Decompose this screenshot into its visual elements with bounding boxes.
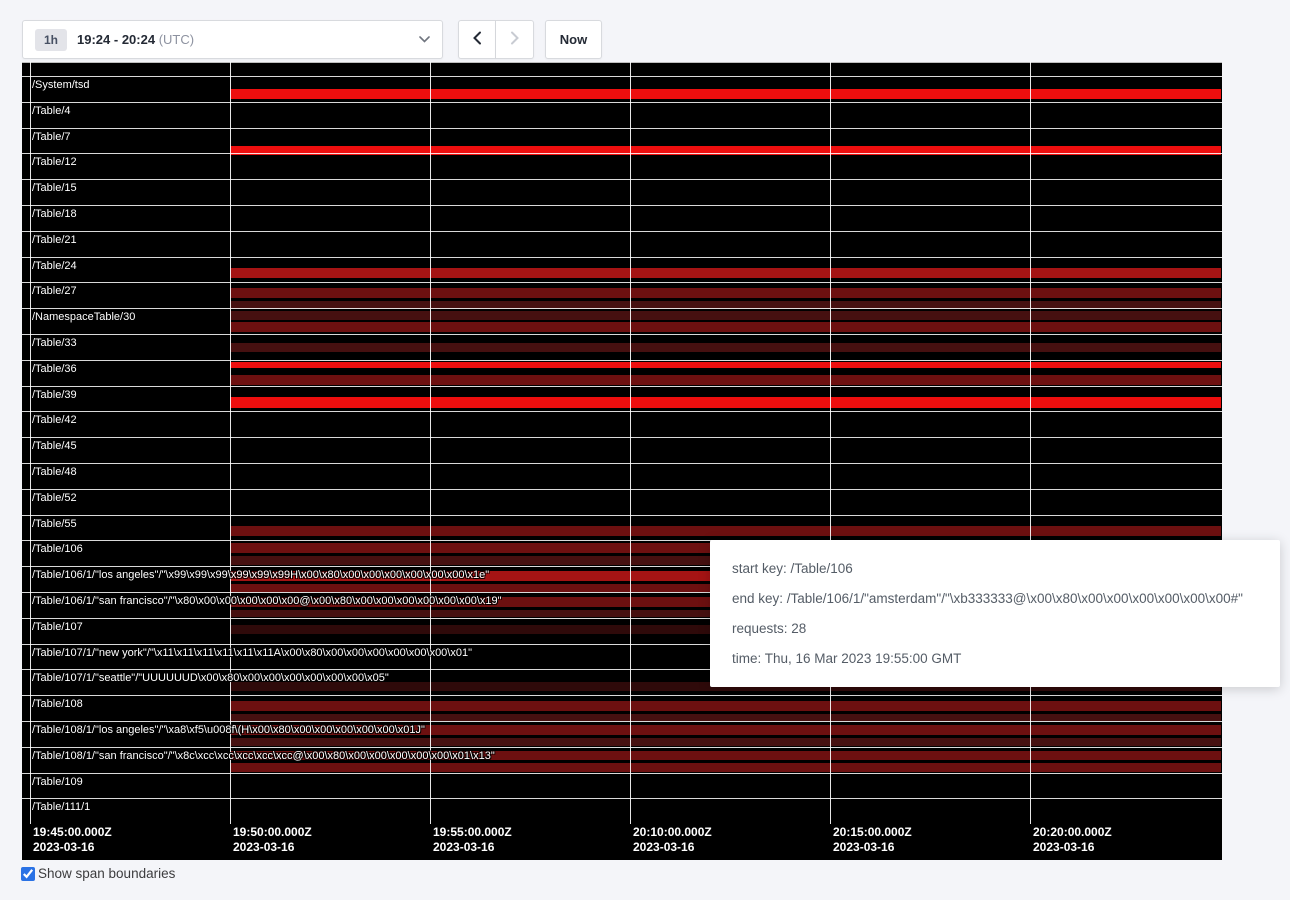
- show-span-boundaries-checkbox[interactable]: [21, 867, 35, 881]
- time-tick: 20:10:00.000Z2023-03-16: [633, 825, 712, 855]
- chevron-down-icon: [419, 36, 430, 43]
- span-key-label: /Table/111/1: [32, 801, 90, 813]
- span-key-label: /Table/45: [32, 440, 77, 452]
- gridline: [430, 62, 431, 824]
- tooltip-end-key: end key: /Table/106/1/"amsterdam"/"\xb33…: [732, 591, 1258, 606]
- span-key-label: /Table/18: [32, 208, 77, 220]
- span-key-label: /Table/109: [32, 776, 83, 788]
- gridline: [230, 62, 231, 824]
- time-range-select[interactable]: 1h 19:24 - 20:24 (UTC): [22, 20, 443, 59]
- time-range-timezone: (UTC): [159, 32, 194, 47]
- tick-date: 2023-03-16: [233, 840, 312, 855]
- span-key-label: /Table/12: [32, 156, 77, 168]
- time-tick: 19:50:00.000Z2023-03-16: [233, 825, 312, 855]
- chevron-right-icon: [510, 31, 520, 48]
- next-time-button[interactable]: [496, 20, 534, 59]
- toolbar: 1h 19:24 - 20:24 (UTC) Now: [22, 20, 602, 59]
- tick-date: 2023-03-16: [433, 840, 512, 855]
- span-key-label: /Table/39: [32, 389, 77, 401]
- tick-time: 19:45:00.000Z: [33, 825, 112, 840]
- span-key-label: /Table/48: [32, 466, 77, 478]
- hover-tooltip: start key: /Table/106 end key: /Table/10…: [710, 540, 1280, 687]
- span-key-label: /Table/106/1/"san francisco"/"\x80\x00\x…: [32, 595, 502, 607]
- span-key-label: /Table/7: [32, 131, 71, 143]
- tick-date: 2023-03-16: [833, 840, 912, 855]
- prev-time-button[interactable]: [458, 20, 496, 59]
- span-key-label: /Table/24: [32, 260, 77, 272]
- span-key-label: /Table/15: [32, 182, 77, 194]
- span-key-label: /Table/42: [32, 414, 77, 426]
- span-key-label: /Table/108: [32, 698, 83, 710]
- time-axis: 19:45:00.000Z2023-03-1619:50:00.000Z2023…: [22, 62, 1222, 860]
- span-key-label: /System/tsd: [32, 79, 89, 91]
- span-key-label: /Table/55: [32, 518, 77, 530]
- span-key-label: /Table/106: [32, 543, 83, 555]
- span-key-label: /Table/108/1/"los angeles"/"\xa8\xf5\u00…: [32, 724, 425, 736]
- tick-time: 20:20:00.000Z: [1033, 825, 1112, 840]
- time-range-badge: 1h: [35, 29, 67, 51]
- footer: Show span boundaries: [21, 866, 175, 881]
- span-key-label: /NamespaceTable/30: [32, 311, 135, 323]
- key-visualizer-canvas[interactable]: /System/tsd/Table/4/Table/7/Table/12/Tab…: [22, 62, 1222, 860]
- span-key-label: /Table/4: [32, 105, 71, 117]
- tick-time: 19:50:00.000Z: [233, 825, 312, 840]
- show-span-boundaries-label[interactable]: Show span boundaries: [38, 866, 175, 881]
- tick-date: 2023-03-16: [1033, 840, 1112, 855]
- tick-time: 20:10:00.000Z: [633, 825, 712, 840]
- chevron-left-icon: [472, 31, 482, 48]
- span-key-label: /Table/106/1/"los angeles"/"\x99\x99\x99…: [32, 569, 489, 581]
- time-range-value: 19:24 - 20:24 (UTC): [77, 32, 194, 47]
- gridline: [1030, 62, 1031, 824]
- time-tick: 20:20:00.000Z2023-03-16: [1033, 825, 1112, 855]
- span-key-label: /Table/36: [32, 363, 77, 375]
- tick-date: 2023-03-16: [33, 840, 112, 855]
- span-key-label: /Table/52: [32, 492, 77, 504]
- tick-date: 2023-03-16: [633, 840, 712, 855]
- span-key-label: /Table/107: [32, 621, 83, 633]
- gridline: [30, 62, 31, 824]
- span-key-label: /Table/107/1/"new york"/"\x11\x11\x11\x1…: [32, 647, 472, 659]
- gridline: [830, 62, 831, 824]
- tooltip-requests: requests: 28: [732, 621, 1258, 636]
- time-tick: 19:55:00.000Z2023-03-16: [433, 825, 512, 855]
- span-key-label: /Table/107/1/"seattle"/"UUUUUUD\x00\x80\…: [32, 672, 389, 684]
- time-nav-group: [458, 20, 534, 59]
- now-button[interactable]: Now: [545, 20, 602, 59]
- gridline: [630, 62, 631, 824]
- span-key-label: /Table/33: [32, 337, 77, 349]
- tick-time: 20:15:00.000Z: [833, 825, 912, 840]
- span-key-label: /Table/21: [32, 234, 77, 246]
- time-range-text: 19:24 - 20:24: [77, 32, 155, 47]
- time-tick: 20:15:00.000Z2023-03-16: [833, 825, 912, 855]
- tooltip-time: time: Thu, 16 Mar 2023 19:55:00 GMT: [732, 651, 1258, 666]
- tooltip-start-key: start key: /Table/106: [732, 561, 1258, 576]
- span-key-label: /Table/27: [32, 285, 77, 297]
- span-key-label: /Table/108/1/"san francisco"/"\x8c\xcc\x…: [32, 750, 495, 762]
- tick-time: 19:55:00.000Z: [433, 825, 512, 840]
- time-tick: 19:45:00.000Z2023-03-16: [33, 825, 112, 855]
